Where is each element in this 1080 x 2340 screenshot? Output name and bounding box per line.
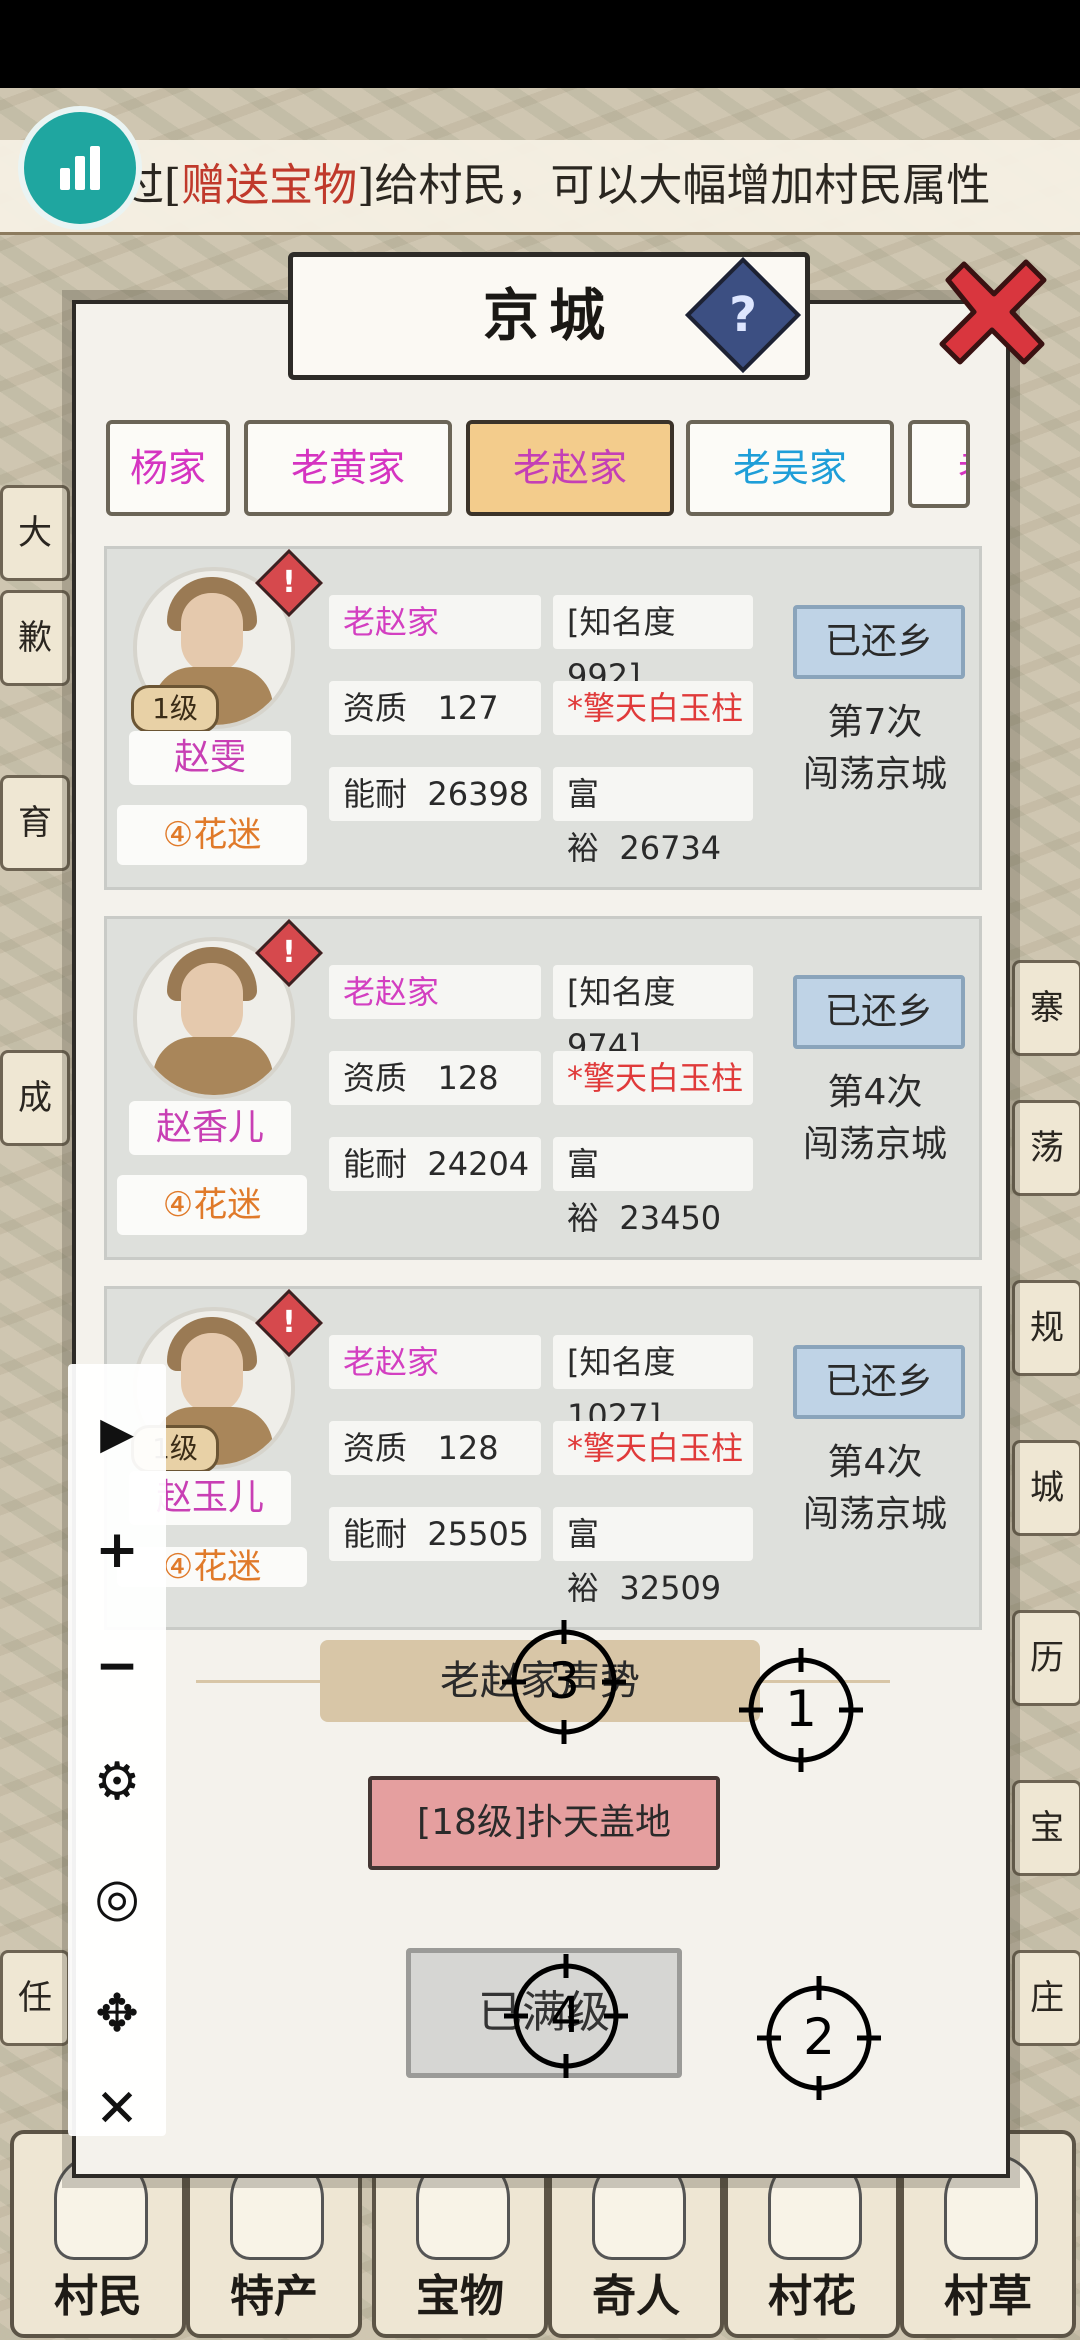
zoom-in-icon[interactable]: + <box>68 1510 166 1590</box>
side-left-button-3[interactable]: 育 <box>0 775 70 871</box>
tip-banner: 过[赠送宝物]给村民，可以大幅增加村民属性 <box>0 140 1080 235</box>
crosshair-marker[interactable]: 4 <box>504 1954 628 2078</box>
side-left-button-2[interactable]: 歉 <box>0 590 70 686</box>
nav-label: 奇人 <box>592 2271 680 2322</box>
status-bar <box>0 0 1080 88</box>
marker-label: 4 <box>550 1986 582 2044</box>
trip-info: 第4次 闯荡京城 <box>802 1072 947 1165</box>
villager-trait: ④花迷 <box>117 805 307 865</box>
side-right-button-1[interactable]: 寨 <box>1012 960 1080 1056</box>
close-toolbar-icon[interactable]: ✕ <box>68 2082 166 2136</box>
tab-yang-family[interactable]: 杨家 <box>106 420 230 516</box>
talent: *擎天白玉柱 <box>553 1421 753 1475</box>
villager-name: 赵雯 <box>129 731 291 785</box>
villager-name: 赵香儿 <box>129 1101 291 1155</box>
nav-label: 宝物 <box>416 2271 504 2322</box>
tab-wu-family[interactable]: 老吴家 <box>686 420 894 516</box>
villager-card[interactable]: ! 1级 赵雯 ④花迷 老赵家 [知名度 992] 资质 127 *擎天白玉柱 … <box>104 546 982 890</box>
family-name: 老赵家 <box>329 965 541 1019</box>
side-right-button-7[interactable]: 庄 <box>1012 1950 1080 2046</box>
villager-card[interactable]: ! 1级 赵玉儿 ④花迷 老赵家 [知名度 1027] 资质 128 *擎天白玉… <box>104 1286 982 1630</box>
ability: 能耐 25505 <box>329 1507 541 1561</box>
nav-label: 特产 <box>230 2271 318 2322</box>
tab-zhao-family[interactable]: 老赵家 <box>466 420 674 516</box>
talent: *擎天白玉柱 <box>553 1051 753 1105</box>
clan-skill-button[interactable]: [18级]扑天盖地 <box>368 1776 720 1870</box>
talent: *擎天白玉柱 <box>553 681 753 735</box>
returned-home-button[interactable]: 已还乡 <box>793 605 965 679</box>
control-toolbar: ▶ + − ⚙ ◎ ✥ ✕ <box>68 1364 166 2136</box>
zoom-out-icon[interactable]: − <box>68 1626 166 1706</box>
crosshair-marker[interactable]: 3 <box>502 1620 626 1744</box>
wealth: 富裕 26734 <box>553 767 753 867</box>
move-icon[interactable]: ✥ <box>68 1974 166 2054</box>
side-right-button-6[interactable]: 宝 <box>1012 1780 1080 1876</box>
side-left-button-5[interactable]: 成 <box>0 1050 70 1146</box>
side-left-button-10[interactable]: 任 <box>0 1950 70 2046</box>
level-badge: 1级 <box>131 685 219 733</box>
ability: 能耐 26398 <box>329 767 541 821</box>
family-name: 老赵家 <box>329 595 541 649</box>
bar-chart-icon <box>60 168 70 190</box>
crosshair-marker[interactable]: 1 <box>739 1648 863 1772</box>
side-right-button-4[interactable]: 城 <box>1012 1440 1080 1536</box>
villager-trait: ④花迷 <box>117 1175 307 1235</box>
floating-stats-button[interactable] <box>24 112 136 224</box>
returned-home-button[interactable]: 已还乡 <box>793 1345 965 1419</box>
side-left-button-1[interactable]: 大 <box>0 485 70 581</box>
hide-eye-icon[interactable]: ◎ <box>68 1858 166 1938</box>
tab-huang-family[interactable]: 老黄家 <box>244 420 452 516</box>
bar-chart-icon-bar <box>90 146 100 190</box>
fame-value: [知名度 1027] <box>553 1335 753 1435</box>
aptitude: 资质 127 <box>329 681 541 735</box>
play-icon[interactable]: ▶ <box>68 1394 166 1474</box>
gear-icon[interactable]: ⚙ <box>68 1742 166 1822</box>
ability: 能耐 24204 <box>329 1137 541 1191</box>
returned-home-button[interactable]: 已还乡 <box>793 975 965 1049</box>
marker-label: 3 <box>548 1652 580 1710</box>
side-right-button-2[interactable]: 荡 <box>1012 1100 1080 1196</box>
wealth: 富裕 32509 <box>553 1507 753 1607</box>
tab-next-family[interactable]: 老 <box>908 420 970 508</box>
marker-label: 1 <box>785 1680 817 1738</box>
aptitude: 资质 128 <box>329 1421 541 1475</box>
bar-chart-icon-bar <box>75 156 85 190</box>
family-name: 老赵家 <box>329 1335 541 1389</box>
trip-info: 第4次 闯荡京城 <box>802 1442 947 1535</box>
wealth: 富裕 23450 <box>553 1137 753 1237</box>
fame-value: [知名度 992] <box>553 595 753 695</box>
marker-label: 2 <box>803 2008 835 2066</box>
help-symbol: ? <box>729 287 757 343</box>
fame-value: [知名度 974] <box>553 965 753 1065</box>
side-right-button-3[interactable]: 规 <box>1012 1280 1080 1376</box>
villager-card[interactable]: ! 赵香儿 ④花迷 老赵家 [知名度 974] 资质 128 *擎天白玉柱 能耐… <box>104 916 982 1260</box>
nav-label: 村草 <box>944 2271 1032 2322</box>
nav-label: 村民 <box>54 2271 142 2322</box>
tip-highlight: 赠送宝物 <box>181 160 358 211</box>
trip-info: 第7次 闯荡京城 <box>802 702 947 795</box>
nav-label: 村花 <box>768 2271 856 2322</box>
side-right-button-5[interactable]: 历 <box>1012 1610 1080 1706</box>
close-icon[interactable] <box>934 254 1052 372</box>
tip-text: 过[赠送宝物]给村民，可以大幅增加村民属性 <box>120 160 991 211</box>
crosshair-marker[interactable]: 2 <box>757 1976 881 2100</box>
aptitude: 资质 128 <box>329 1051 541 1105</box>
